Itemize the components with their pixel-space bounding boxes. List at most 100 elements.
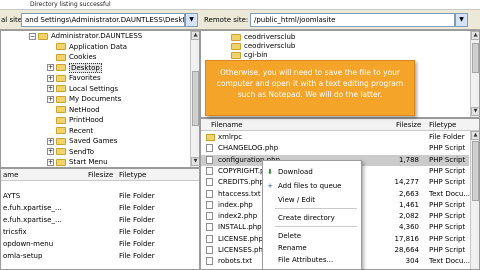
tutorial-callout: Otherwise, you will need to save the fil… [205, 60, 415, 116]
tree-item[interactable]: ceodriversclub [231, 42, 295, 51]
folder-icon [56, 148, 66, 155]
remote-list-scrollbar[interactable]: ▲ [470, 131, 479, 269]
file-type: PHP Script [429, 234, 466, 243]
tree-item[interactable]: + Saved Games [47, 137, 117, 146]
tree-item[interactable]: Recent [47, 127, 93, 136]
tree-item[interactable]: + Favorites [47, 74, 101, 83]
tree-item[interactable]: + Start Menu [47, 158, 108, 167]
menu-item[interactable]: ⬇ Download [263, 166, 361, 178]
file-row[interactable]: CHANGELOG.php PHP Script [201, 143, 469, 154]
file-size: 28,664 [394, 246, 420, 254]
local-path-input[interactable]: and Settings\Administrator.DAUNTLESS\Des… [21, 13, 185, 27]
remote-tree-scrollbar[interactable]: ▲ ▼ [470, 31, 479, 117]
file-type: PHP Script [429, 155, 466, 164]
file-type: PHP Script [429, 144, 466, 153]
tree-item[interactable]: Cookies [47, 53, 96, 62]
column-filename[interactable]: ame [3, 171, 18, 179]
scroll-up-icon[interactable]: ▲ [191, 31, 199, 40]
menu-separator [275, 208, 357, 209]
folder-icon [56, 116, 66, 124]
file-type: File Folder [119, 204, 155, 212]
file-name: e.fuh.xpartise_... [3, 216, 62, 224]
menu-item[interactable]: Delete [263, 230, 361, 242]
file-name: index.php [218, 200, 253, 209]
scroll-thumb[interactable] [192, 71, 199, 126]
expand-icon[interactable]: + [47, 148, 54, 155]
menu-item[interactable]: Rename [263, 242, 361, 254]
expand-icon[interactable]: + [47, 137, 54, 145]
expand-icon[interactable]: + [47, 64, 54, 71]
tree-item[interactable]: Application Data [47, 43, 127, 52]
tree-item-label: cgi-bin [244, 51, 268, 59]
folder-icon [56, 137, 66, 145]
file-name: tricsfix [3, 228, 27, 236]
tree-item-label: Favorites [69, 74, 101, 82]
column-filetype[interactable]: Filetype [119, 171, 146, 179]
scroll-up-icon[interactable]: ▲ [471, 131, 479, 140]
remote-path-dropdown[interactable]: ▼ [455, 13, 468, 27]
collapse-icon[interactable]: − [29, 32, 36, 40]
file-icon [206, 166, 213, 175]
expand-icon[interactable]: + [47, 74, 54, 82]
tree-item[interactable]: + My Documents [47, 95, 121, 104]
scroll-down-icon[interactable]: ▼ [191, 157, 199, 166]
column-filetype[interactable]: Filetype [429, 121, 456, 129]
scroll-down-icon[interactable]: ▼ [471, 107, 479, 116]
file-size: 2,663 [398, 189, 419, 198]
tree-item[interactable]: + SendTo [47, 148, 94, 157]
menu-item-label: Rename [278, 244, 307, 252]
file-row[interactable]: AYTS File Folder [1, 191, 199, 202]
tree-item[interactable]: − Administrator.DAUNTLESS [29, 32, 142, 41]
expand-icon[interactable]: + [47, 95, 54, 103]
local-site-bar: al site: and Settings\Administrator.DAUN… [0, 10, 200, 30]
column-filename[interactable]: Filename [211, 121, 243, 129]
menu-item[interactable]: File Attributes... [263, 254, 361, 266]
file-name: e.fuh.xpartise_... [3, 204, 62, 212]
local-list-header: ame Filesize Filetype [1, 169, 199, 181]
file-name: INSTALL.php [218, 223, 262, 232]
menu-separator [275, 226, 357, 227]
file-type: PHP Script [429, 223, 466, 232]
local-tree-scrollbar[interactable]: ▲ ▼ [190, 31, 199, 167]
file-icon [206, 257, 213, 266]
expand-icon[interactable]: + [47, 85, 54, 92]
column-filesize[interactable]: Filesize [396, 121, 421, 129]
file-row[interactable]: omla-setup File Folder [1, 251, 199, 262]
remote-path-input[interactable]: /public_html/joomlasite [250, 13, 455, 27]
menu-item[interactable]: View / Edit [263, 194, 361, 206]
tree-item-label: NetHood [69, 105, 100, 114]
file-row[interactable]: e.fuh.xpartise_... File Folder [1, 203, 199, 214]
menu-item[interactable]: + Add files to queue [263, 180, 361, 192]
file-type: File Folder [119, 192, 155, 200]
file-row[interactable]: tricsfix File Folder [1, 227, 199, 238]
tree-item[interactable]: NetHood [47, 106, 100, 115]
scroll-thumb[interactable] [472, 43, 479, 73]
file-type: PHP Script [429, 200, 466, 209]
tree-item[interactable]: PrintHood [47, 116, 103, 125]
file-size: 14,277 [394, 178, 420, 187]
remote-site-bar: Remote site: /public_html/joomlasite ▼ [200, 10, 480, 30]
column-filesize[interactable]: Filesize [88, 171, 113, 179]
file-row[interactable]: opdown-menu File Folder [1, 239, 199, 250]
file-type: Text Docu... [429, 257, 471, 266]
menu-item[interactable]: Create directory [263, 212, 361, 224]
file-name: CHANGELOG.php [218, 144, 279, 153]
remote-list-header: Filename Filesize Filetype [201, 119, 479, 131]
file-name: LICENSES.php [218, 246, 268, 254]
local-path-dropdown[interactable]: ▼ [185, 13, 198, 27]
tree-item[interactable]: + Local Settings [47, 85, 118, 94]
folder-icon [206, 134, 215, 141]
file-type: PHP Script [429, 166, 466, 175]
file-icon [206, 223, 213, 232]
tree-item[interactable]: ceodriversclub [231, 33, 295, 42]
scroll-up-icon[interactable]: ▲ [471, 31, 479, 40]
tree-item[interactable]: cgi-bin [231, 51, 268, 60]
expand-icon[interactable]: + [47, 158, 54, 166]
tree-item[interactable]: + Desktop [47, 62, 102, 73]
file-size: 17,816 [394, 234, 420, 243]
file-row[interactable]: e.fuh.xpartise_... File Folder [1, 215, 199, 226]
scroll-thumb[interactable] [472, 141, 479, 201]
file-icon [206, 212, 213, 221]
file-name: AYTS [3, 192, 21, 200]
file-row[interactable]: xmlrpc File Folder [201, 132, 469, 143]
